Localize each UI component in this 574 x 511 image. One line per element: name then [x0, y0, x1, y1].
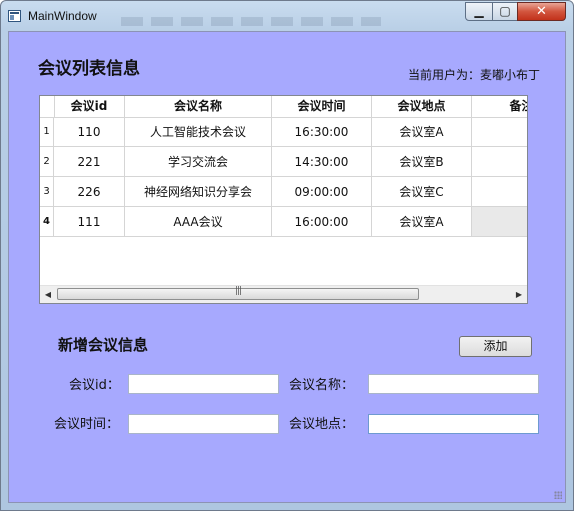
- thumb-grip-icon: |||: [234, 286, 242, 296]
- main-window: MainWindow ▁ ▢ ✕ 会议列表信息 当前用户为：麦嘟小布丁 会议id…: [0, 0, 574, 511]
- column-header-name[interactable]: 会议名称: [125, 96, 272, 117]
- meeting-place-label: 会议地点：: [289, 417, 355, 432]
- maximize-button[interactable]: ▢: [492, 2, 518, 21]
- cell-name[interactable]: 神经网络知识分享会: [125, 177, 272, 207]
- title-bar[interactable]: MainWindow ▁ ▢ ✕: [1, 1, 573, 31]
- app-window-icon: [8, 10, 21, 22]
- cell-note[interactable]: [472, 117, 527, 147]
- minimize-button[interactable]: ▁: [465, 2, 493, 21]
- column-header-time[interactable]: 会议时间: [272, 96, 372, 117]
- cell-id[interactable]: 226: [54, 177, 125, 207]
- row-header[interactable]: 1: [40, 117, 54, 147]
- meeting-name-input[interactable]: [368, 374, 539, 394]
- blurred-background-text: [121, 17, 381, 26]
- meeting-time-input[interactable]: [128, 414, 279, 434]
- column-header-id[interactable]: 会议id: [54, 96, 125, 117]
- cell-time[interactable]: 16:00:00: [272, 207, 372, 237]
- cell-place[interactable]: 会议室A: [372, 117, 472, 147]
- meeting-place-input[interactable]: [368, 414, 539, 434]
- resize-grip-icon[interactable]: [554, 491, 562, 499]
- scroll-left-icon[interactable]: ◀: [40, 286, 56, 303]
- meeting-name-label: 会议名称：: [289, 378, 355, 393]
- scroll-right-icon[interactable]: ▶: [511, 286, 527, 303]
- cell-time[interactable]: 14:30:00: [272, 147, 372, 177]
- cell-place[interactable]: 会议室B: [372, 147, 472, 177]
- meeting-id-input[interactable]: [128, 374, 279, 394]
- row-header[interactable]: 3: [40, 177, 54, 207]
- column-header-note[interactable]: 备注: [472, 96, 527, 117]
- cell-name[interactable]: AAA会议: [125, 207, 272, 237]
- new-meeting-heading: 新增会议信息: [58, 336, 149, 354]
- cell-id[interactable]: 221: [54, 147, 125, 177]
- maximize-icon: ▢: [499, 4, 511, 18]
- add-button[interactable]: 添加: [459, 336, 532, 357]
- table-row[interactable]: 4 111 AAA会议 16:00:00 会议室A: [40, 207, 527, 237]
- cell-id[interactable]: 111: [54, 207, 125, 237]
- table-row[interactable]: 2 221 学习交流会 14:30:00 会议室B: [40, 147, 527, 177]
- cell-note[interactable]: [472, 147, 527, 177]
- horizontal-scrollbar[interactable]: ◀ ||| ▶: [40, 285, 527, 303]
- meeting-time-label: 会议时间：: [54, 417, 120, 432]
- row-header[interactable]: 2: [40, 147, 54, 177]
- scrollbar-thumb[interactable]: |||: [57, 286, 419, 300]
- table-corner-button[interactable]: [40, 96, 55, 117]
- table-row[interactable]: 3 226 神经网络知识分享会 09:00:00 会议室C: [40, 177, 527, 207]
- table-header: 会议id 会议名称 会议时间 会议地点 备注: [40, 96, 527, 118]
- cell-place[interactable]: 会议室A: [372, 207, 472, 237]
- cell-id[interactable]: 110: [54, 117, 125, 147]
- column-header-place[interactable]: 会议地点: [372, 96, 472, 117]
- cell-time[interactable]: 09:00:00: [272, 177, 372, 207]
- close-button[interactable]: ✕: [517, 2, 566, 21]
- meeting-table[interactable]: 会议id 会议名称 会议时间 会议地点 备注 1 110 人工智能技术会议 16…: [39, 95, 528, 304]
- meeting-id-label: 会议id：: [69, 378, 120, 393]
- row-header[interactable]: 4: [40, 207, 54, 237]
- cell-note[interactable]: [472, 207, 527, 237]
- cell-place[interactable]: 会议室C: [372, 177, 472, 207]
- cell-name[interactable]: 学习交流会: [125, 147, 272, 177]
- cell-note[interactable]: [472, 177, 527, 207]
- main-content: 会议列表信息 当前用户为：麦嘟小布丁 会议id 会议名称 会议时间 会议地点 备…: [8, 31, 566, 503]
- table-row[interactable]: 1 110 人工智能技术会议 16:30:00 会议室A: [40, 117, 527, 147]
- minimize-icon: ▁: [474, 4, 484, 18]
- cell-time[interactable]: 16:30:00: [272, 117, 372, 147]
- meeting-list-heading: 会议列表信息: [38, 59, 140, 79]
- close-icon: ✕: [536, 4, 547, 19]
- window-title: MainWindow: [28, 9, 97, 23]
- cell-name[interactable]: 人工智能技术会议: [125, 117, 272, 147]
- current-user-label: 当前用户为：麦嘟小布丁: [408, 68, 541, 82]
